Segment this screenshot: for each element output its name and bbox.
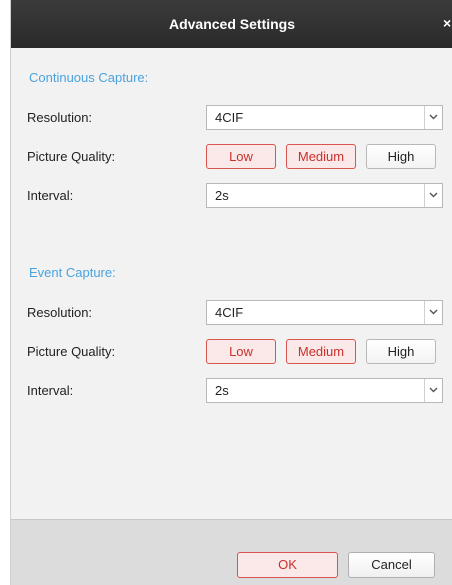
dialog-title: Advanced Settings — [168, 16, 296, 32]
event-interval-select[interactable]: 2s — [206, 378, 443, 403]
event-resolution-value: 4CIF — [215, 305, 244, 320]
continuous-resolution-label: Resolution: — [27, 110, 93, 125]
continuous-interval-value: 2s — [215, 188, 229, 203]
continuous-quality-medium-button[interactable]: Medium — [286, 144, 356, 169]
continuous-quality-label: Picture Quality: — [27, 149, 116, 164]
chevron-down-icon[interactable] — [424, 301, 442, 324]
advanced-settings-dialog: Advanced Settings × Continuous Capture: … — [10, 0, 452, 585]
event-quality-label: Picture Quality: — [27, 344, 116, 359]
continuous-quality-low-button[interactable]: Low — [206, 144, 276, 169]
cancel-button[interactable]: Cancel — [348, 552, 435, 578]
event-resolution-label: Resolution: — [27, 305, 93, 320]
continuous-quality-high-button[interactable]: High — [366, 144, 436, 169]
continuous-interval-select[interactable]: 2s — [206, 183, 443, 208]
event-resolution-select[interactable]: 4CIF — [206, 300, 443, 325]
continuous-resolution-value: 4CIF — [215, 110, 244, 125]
event-capture-title: Event Capture: — [29, 265, 116, 280]
event-quality-medium-button[interactable]: Medium — [286, 339, 356, 364]
close-icon[interactable]: × — [443, 16, 452, 30]
event-interval-value: 2s — [215, 383, 229, 398]
chevron-down-icon[interactable] — [424, 379, 442, 402]
ok-button[interactable]: OK — [237, 552, 338, 578]
continuous-capture-title: Continuous Capture: — [29, 70, 149, 85]
continuous-resolution-select[interactable]: 4CIF — [206, 105, 443, 130]
dialog-footer: OK Cancel — [11, 519, 452, 585]
chevron-down-icon[interactable] — [424, 106, 442, 129]
event-interval-label: Interval: — [27, 383, 74, 398]
event-quality-high-button[interactable]: High — [366, 339, 436, 364]
chevron-down-icon[interactable] — [424, 184, 442, 207]
event-quality-low-button[interactable]: Low — [206, 339, 276, 364]
title-bar: Advanced Settings × — [11, 0, 452, 48]
continuous-interval-label: Interval: — [27, 188, 74, 203]
